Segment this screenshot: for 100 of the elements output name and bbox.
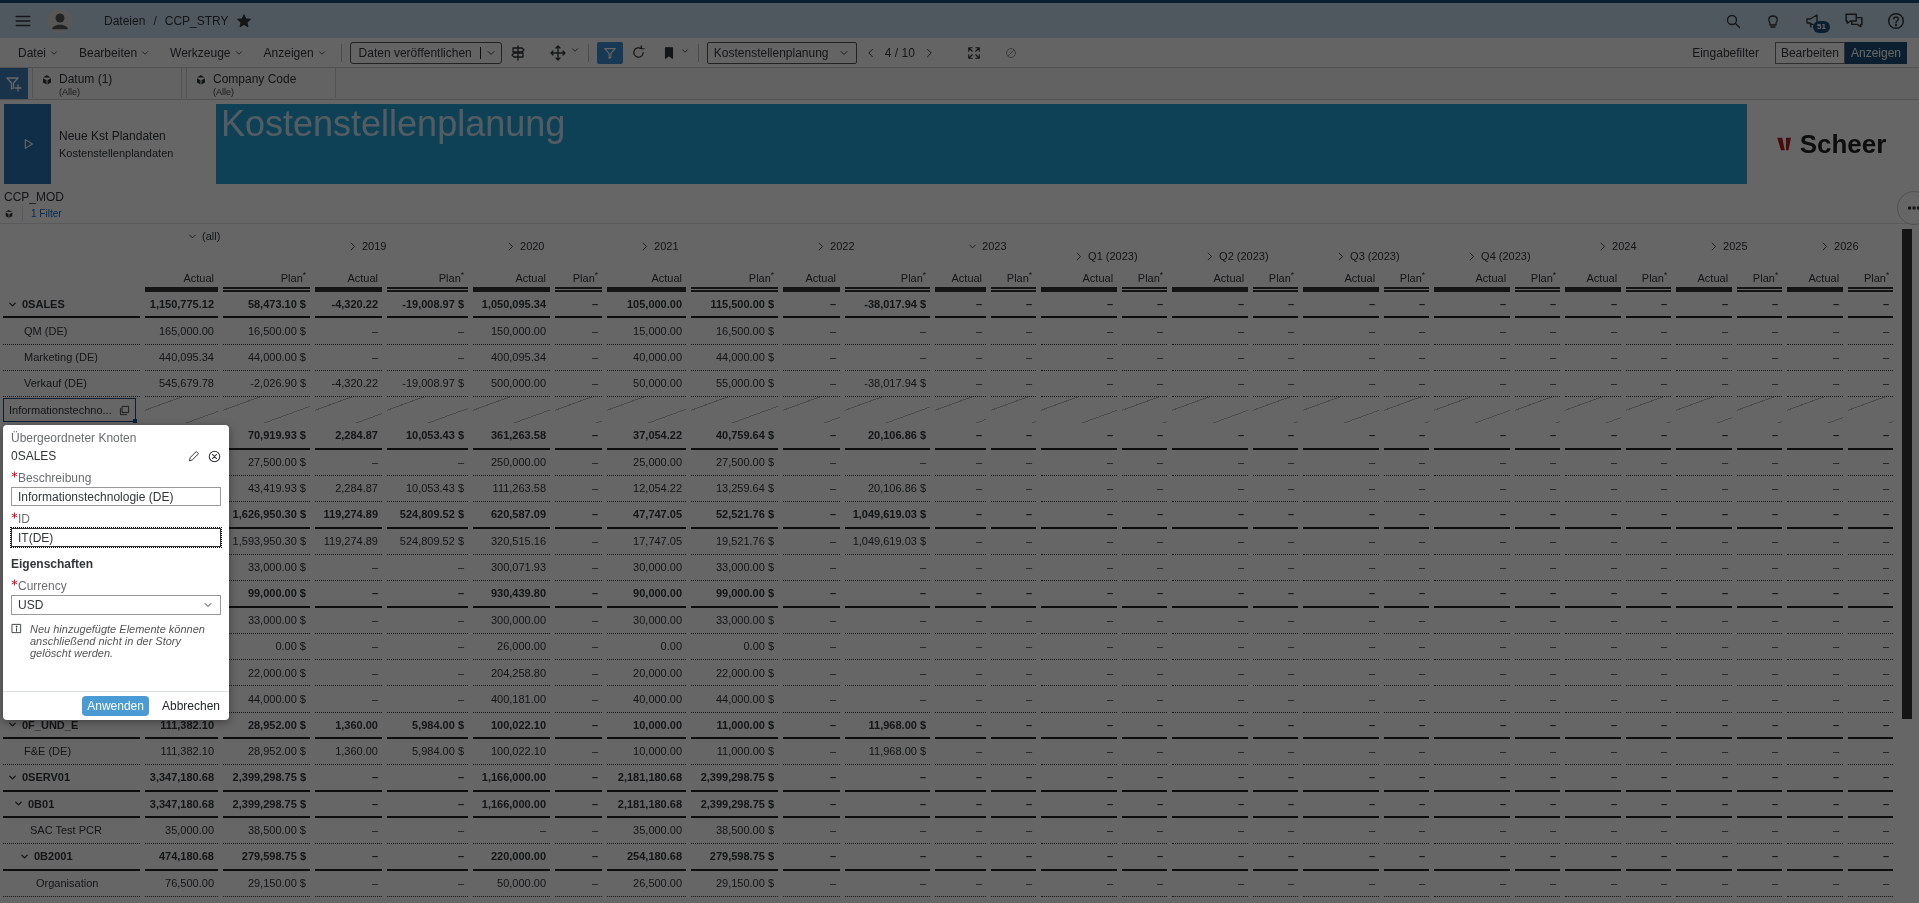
table-cell: –	[1172, 633, 1249, 661]
column-header[interactable]: Q4 (2023)	[1481, 248, 1531, 265]
measure-header[interactable]: Actual	[183, 272, 214, 284]
help-icon[interactable]	[1887, 11, 1905, 30]
measure-header[interactable]: Actual	[1213, 272, 1245, 284]
measure-header[interactable]: Actual	[1808, 272, 1840, 284]
parent-node-label: Übergeordneter Knoten	[11, 430, 138, 447]
table-cell: –	[1787, 528, 1844, 555]
column-header[interactable]: 2019	[362, 238, 387, 255]
column-header[interactable]: 2022	[830, 238, 855, 255]
table-cell: –	[1787, 844, 1844, 871]
table-cell: –	[783, 712, 841, 740]
play-tile[interactable]	[4, 104, 51, 184]
table-cell: –	[1303, 344, 1380, 371]
measure-header[interactable]: Actual	[805, 272, 837, 284]
column-header[interactable]: 2021	[654, 238, 679, 255]
measure-header[interactable]: Plan$^{*}$	[1863, 272, 1890, 284]
measure-header[interactable]: Plan$^{*}$	[748, 272, 775, 284]
table-cell: –	[991, 528, 1037, 555]
table-cell: –	[1041, 292, 1118, 319]
column-header[interactable]: 2023	[982, 238, 1007, 255]
table-cell: 58,473.10 $	[223, 292, 310, 319]
measure-header[interactable]: Actual	[1697, 272, 1729, 284]
table-cell: 930,439.80	[473, 581, 550, 608]
table-cell: –	[1041, 318, 1118, 345]
menu-button[interactable]: Anzeigen	[257, 41, 333, 64]
apply-button[interactable]: Anwenden	[82, 696, 149, 716]
avatar-icon[interactable]	[48, 8, 72, 33]
measure-header[interactable]: Plan$^{*}$	[1641, 272, 1668, 284]
measure-header[interactable]: Plan$^{*}$	[1006, 272, 1033, 284]
measure-header[interactable]: Actual	[1082, 272, 1114, 284]
close-icon[interactable]	[208, 449, 221, 463]
refresh-icon[interactable]	[630, 45, 646, 60]
table-cell: –	[1172, 554, 1249, 582]
fullscreen-icon[interactable]	[966, 45, 981, 60]
column-header[interactable]: Q3 (2023)	[1350, 248, 1400, 265]
menu-button[interactable]: Datei	[12, 41, 65, 64]
breadcrumb-link[interactable]: Dateien	[104, 11, 146, 30]
table-cell: –	[991, 344, 1037, 371]
table-cell: –	[1787, 739, 1844, 766]
text-field[interactable]: Informationstechnologie (DE)	[11, 487, 221, 506]
column-header[interactable]: 2020	[520, 238, 545, 255]
measure-header[interactable]: Plan$^{*}$	[1268, 272, 1295, 284]
search-icon[interactable]	[1725, 12, 1741, 29]
lightbulb-icon[interactable]	[1765, 12, 1781, 29]
measure-header[interactable]: Actual	[1344, 272, 1376, 284]
page-select[interactable]: Kostenstellenplanung	[706, 41, 857, 64]
chat-icon[interactable]	[1845, 11, 1863, 30]
signpost-icon[interactable]	[509, 44, 526, 61]
filter-link[interactable]: 1 Filter	[22, 206, 62, 221]
mode-toggle[interactable]: Anzeigen	[1844, 41, 1907, 64]
measure-header[interactable]: Actual	[515, 272, 546, 284]
measure-header[interactable]: Plan$^{*}$	[1399, 272, 1426, 284]
measure-header[interactable]: Actual	[1586, 272, 1618, 284]
mode-toggle[interactable]: Bearbeiten	[1774, 41, 1845, 64]
table-cell: –	[1676, 318, 1733, 345]
cube-icon	[4, 208, 14, 219]
edit-icon[interactable]	[188, 449, 200, 462]
filter-button[interactable]	[596, 41, 623, 64]
star-icon[interactable]	[236, 13, 251, 28]
measure-header[interactable]: Actual	[951, 272, 983, 284]
publish-label[interactable]: Daten veröffentlichen	[350, 43, 480, 62]
row-label: 0SALES	[22, 296, 65, 312]
column-header[interactable]: (all)	[202, 228, 221, 245]
table-cell: –	[1515, 765, 1561, 792]
table-cell: –	[1515, 528, 1561, 555]
measure-header[interactable]: Plan$^{*}$	[1752, 272, 1779, 284]
measure-header[interactable]: Actual	[347, 272, 378, 284]
move-icon[interactable]	[549, 44, 566, 61]
resize-handle[interactable]	[133, 419, 137, 424]
table-cell: 17,747.05	[607, 528, 687, 555]
new-member-field[interactable]: Informationstechno...	[3, 398, 136, 423]
measure-header[interactable]: Plan$^{*}$	[280, 272, 306, 284]
column-header[interactable]: 2024	[1612, 238, 1637, 255]
filter-token[interactable]: Datum (1) (Alle)	[32, 68, 182, 98]
measure-header[interactable]: Plan$^{*}$	[438, 272, 464, 284]
filter-token[interactable]: Company Code (Alle)	[186, 68, 336, 98]
add-filter-button[interactable]	[0, 68, 28, 99]
table-cell: 119,274.89	[315, 502, 382, 529]
text-field[interactable]: IT(DE)	[11, 528, 221, 547]
menu-button[interactable]: Werkzeuge	[164, 41, 250, 64]
scrollbar[interactable]	[1902, 229, 1913, 719]
table-cell: –	[1848, 791, 1894, 818]
menu-button[interactable]: Bearbeiten	[73, 41, 157, 64]
publish-split-button[interactable]: Daten veröffentlichen	[349, 41, 502, 64]
measure-header[interactable]: Actual	[1475, 272, 1507, 284]
measure-header[interactable]: Actual	[651, 272, 683, 284]
column-header[interactable]: 2026	[1834, 238, 1859, 255]
table-cell: 19,521.76 $	[691, 528, 779, 555]
currency-select[interactable]: USD	[11, 595, 221, 615]
copy-icon[interactable]	[119, 404, 130, 416]
table-cell: –	[1253, 318, 1299, 345]
column-header[interactable]: Q2 (2023)	[1219, 248, 1269, 265]
column-header[interactable]: Q1 (2023)	[1088, 248, 1138, 265]
measure-header[interactable]: Plan$^{*}$	[1530, 272, 1557, 284]
measure-header[interactable]: Plan$^{*}$	[1137, 272, 1164, 284]
measure-header[interactable]: Plan$^{*}$	[900, 272, 927, 284]
measure-header[interactable]: Plan$^{*}$	[572, 272, 599, 284]
column-header[interactable]: 2025	[1723, 238, 1748, 255]
input-filter-link[interactable]: Eingabefilter	[1692, 43, 1759, 62]
